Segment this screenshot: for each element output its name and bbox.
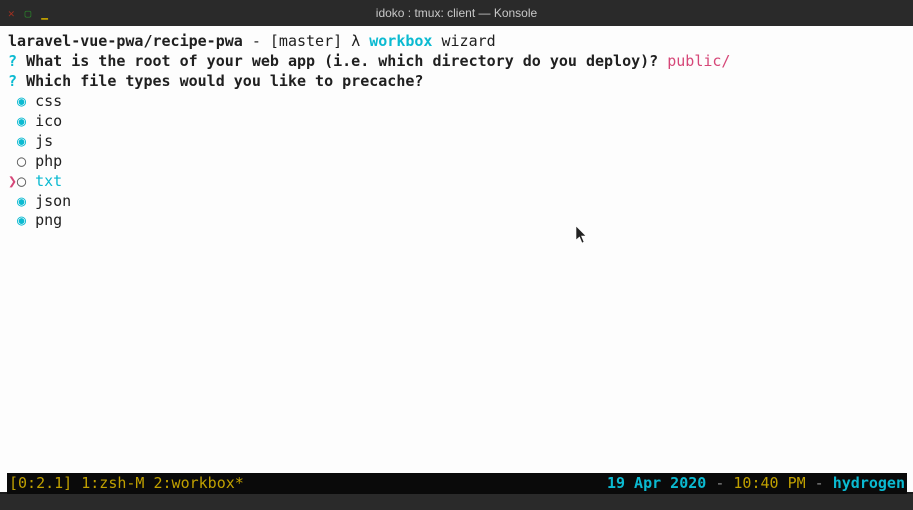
- option-label: ico: [35, 112, 62, 130]
- status-host: hydrogen: [833, 474, 905, 492]
- option-label: js: [35, 132, 53, 150]
- status-date: 19 Apr 2020: [607, 474, 706, 492]
- statusbar-right: 19 Apr 2020 - 10:40 PM - hydrogen: [607, 473, 905, 494]
- option-js[interactable]: ◉ js: [8, 132, 905, 152]
- radio-selected-icon: ◉: [17, 192, 26, 212]
- option-css[interactable]: ◉ css: [8, 92, 905, 112]
- minimize-icon[interactable]: ▁: [41, 8, 48, 19]
- option-label: txt: [35, 172, 62, 190]
- window-1[interactable]: 1:zsh-M: [81, 474, 144, 492]
- option-label: json: [35, 192, 71, 210]
- session-id: [0:2.1]: [9, 474, 72, 492]
- close-icon[interactable]: ✕: [8, 8, 15, 19]
- command: workbox: [369, 32, 432, 50]
- radio-unselected-icon: ◯: [17, 152, 26, 172]
- radio-selected-icon: ◉: [17, 92, 26, 112]
- window-controls: ✕ ▢ ▁: [0, 8, 48, 19]
- question-text: Which file types would you like to preca…: [26, 72, 423, 90]
- question-2: ? Which file types would you like to pre…: [8, 72, 905, 92]
- option-json[interactable]: ◉ json: [8, 192, 905, 212]
- tmux-statusbar: [0:2.1] 1:zsh-M 2:workbox* 19 Apr 2020 -…: [7, 473, 907, 494]
- window-2[interactable]: 2:workbox*: [154, 474, 244, 492]
- option-php[interactable]: ◯ php: [8, 152, 905, 172]
- question-text: What is the root of your web app (i.e. w…: [26, 52, 658, 70]
- radio-selected-icon: ◉: [17, 211, 26, 231]
- command-args: wizard: [442, 32, 496, 50]
- answer-text: public/: [667, 52, 730, 70]
- option-ico[interactable]: ◉ ico: [8, 112, 905, 132]
- option-txt[interactable]: ❯◯ txt: [8, 172, 905, 192]
- terminal-pane[interactable]: laravel-vue-pwa/recipe-pwa - [master] λ …: [0, 26, 913, 492]
- maximize-icon[interactable]: ▢: [25, 8, 32, 19]
- prompt-line: laravel-vue-pwa/recipe-pwa - [master] λ …: [8, 32, 905, 52]
- status-separator: -: [806, 474, 833, 492]
- window-bottom-frame: [0, 494, 913, 510]
- question-marker: ?: [8, 52, 17, 70]
- question-1: ? What is the root of your web app (i.e.…: [8, 52, 905, 72]
- prompt-path: laravel-vue-pwa/recipe-pwa: [8, 32, 243, 50]
- status-time: 10:40 PM: [733, 474, 805, 492]
- question-marker: ?: [8, 72, 17, 90]
- option-png[interactable]: ◉ png: [8, 211, 905, 231]
- radio-unselected-icon: ◯: [17, 172, 26, 192]
- window-title: idoko : tmux: client — Konsole: [0, 6, 913, 20]
- prompt-symbol: λ: [351, 32, 360, 50]
- option-label: css: [35, 92, 62, 110]
- status-separator: -: [706, 474, 733, 492]
- radio-selected-icon: ◉: [17, 112, 26, 132]
- option-label: png: [35, 211, 62, 229]
- prompt-branch: [master]: [270, 32, 342, 50]
- option-label: php: [35, 152, 62, 170]
- radio-selected-icon: ◉: [17, 132, 26, 152]
- cursor-chevron-icon: ❯: [8, 172, 17, 190]
- statusbar-left: [0:2.1] 1:zsh-M 2:workbox*: [9, 473, 244, 494]
- window-titlebar: ✕ ▢ ▁ idoko : tmux: client — Konsole: [0, 0, 913, 26]
